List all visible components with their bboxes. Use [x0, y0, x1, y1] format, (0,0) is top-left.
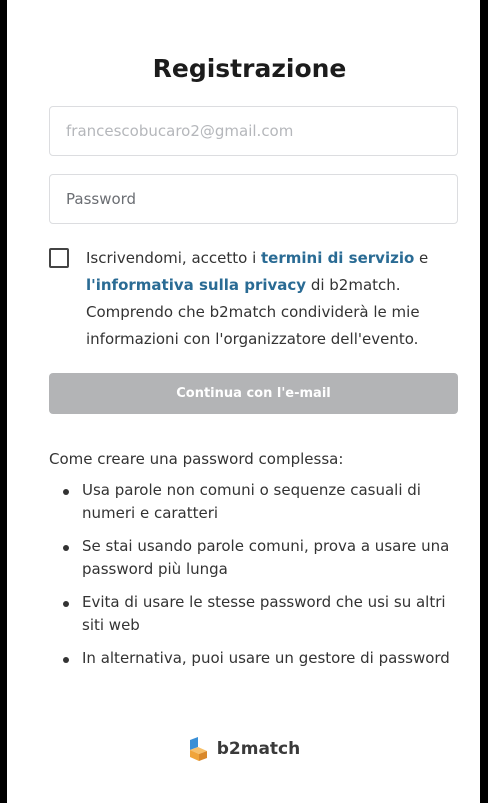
page-title: Registrazione [152, 54, 347, 83]
password-tip-item: Usa parole non comuni o sequenze casuali… [61, 479, 450, 525]
continue-with-email-button[interactable]: Continua con l'e-mail [49, 373, 458, 414]
consent-middle: e [414, 249, 429, 267]
password-tip-item: Evita di usare le stesse password che us… [61, 591, 450, 637]
consent-row: Iscrivendomi, accetto i termini di servi… [49, 245, 450, 353]
consent-checkbox[interactable] [49, 248, 69, 268]
consent-text: Iscrivendomi, accetto i termini di servi… [86, 245, 450, 353]
password-tips-list: Usa parole non comuni o sequenze casuali… [61, 479, 450, 670]
b2match-logo-icon [189, 737, 207, 761]
privacy-policy-link[interactable]: l'informativa sulla privacy [86, 276, 306, 294]
brand-footer: b2match [7, 737, 480, 761]
terms-of-service-link[interactable]: termini di servizio [261, 249, 414, 267]
password-tip-item: In alternativa, puoi usare un gestore di… [61, 647, 450, 670]
consent-prefix: Iscrivendomi, accetto i [86, 249, 262, 267]
password-tips-heading: Come creare una password complessa: [49, 450, 344, 468]
registration-form: Registrazione Iscrivendomi, accetto i te… [7, 0, 480, 670]
brand-name: b2match [216, 739, 301, 759]
registration-panel: Registrazione Iscrivendomi, accetto i te… [7, 0, 480, 803]
password-input[interactable] [49, 174, 458, 224]
password-tip-item: Se stai usando parole comuni, prova a us… [61, 535, 450, 581]
email-input[interactable] [49, 106, 458, 156]
